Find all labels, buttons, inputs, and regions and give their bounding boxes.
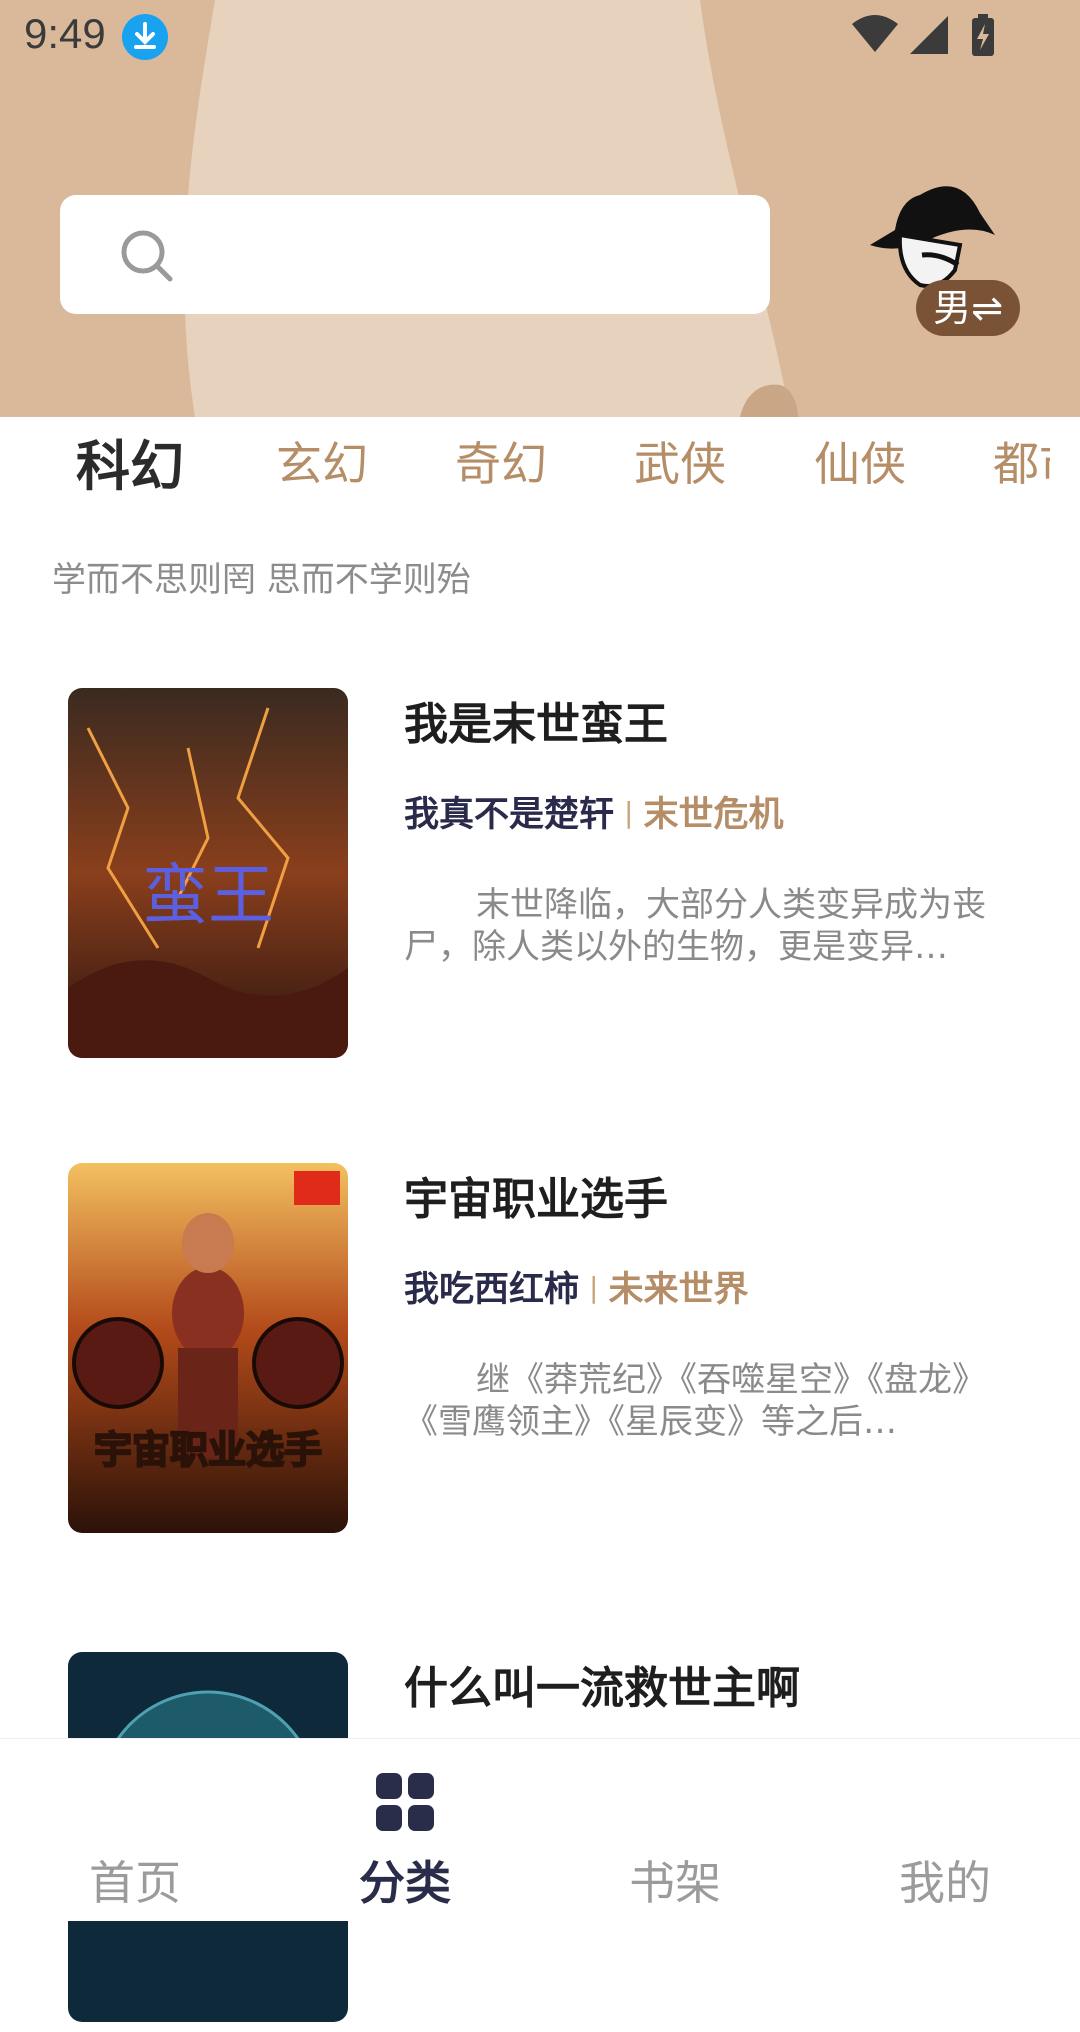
tab-scifi[interactable]: 科幻 — [76, 422, 184, 501]
status-icons — [852, 14, 994, 56]
bottom-nav: 首页 分类 书架 我的 — [0, 1738, 1080, 1921]
nav-label: 首页 — [89, 1856, 181, 1910]
header: 9:49 男⇌ — [0, 0, 1080, 417]
nav-bookshelf[interactable]: 书架 — [540, 1739, 810, 1921]
grid-icon — [376, 1773, 434, 1831]
download-icon — [122, 14, 168, 60]
motto-text: 学而不思则罔 思而不学则殆 — [52, 560, 471, 600]
category-tabs: 科幻 玄幻 奇幻 武侠 仙侠 都市 — [0, 418, 1080, 508]
book-description: 末世降临，大部分人类变异成为丧尸，除人类以外的生物，更是变异… — [404, 885, 986, 967]
nav-label: 分类 — [359, 1856, 451, 1910]
book-cover[interactable]: 蛮王 — [68, 688, 348, 1058]
book-title[interactable]: 什么叫一流救世主啊 — [404, 1652, 800, 1716]
cover-title-text: 蛮王 — [142, 857, 274, 934]
book-meta: 我吃西红柿 | 未来世界 — [404, 1261, 748, 1312]
nav-category[interactable]: 分类 — [270, 1739, 540, 1921]
search-icon — [121, 230, 173, 282]
book-genre: 未来世界 — [608, 1270, 749, 1310]
meta-separator: | — [589, 1271, 599, 1304]
book-item[interactable]: 宇宙职业选手 宇宙职业选手 我吃西红柿 | 未来世界 继《莽荒纪》《吞噬星空》《盘龙… — [0, 1163, 1080, 1543]
book-meta: 我真不是楚轩 | 末世危机 — [404, 786, 783, 837]
nav-home[interactable]: 首页 — [0, 1739, 270, 1921]
tab-wuxia[interactable]: 武侠 — [634, 428, 726, 494]
cover-title-text: 宇宙职业选手 — [94, 1428, 322, 1472]
status-bar: 9:49 — [0, 0, 1080, 72]
book-item[interactable]: 蛮王 我是末世蛮王 我真不是楚轩 | 末世危机 末世降临，大部分人类变异成为丧尸，除… — [0, 688, 1080, 1068]
gender-toggle-button[interactable]: 男⇌ — [916, 280, 1020, 336]
book-description: 继《莽荒纪》《吞噬星空》《盘龙》《雪鹰领主》《星辰变》等之后… — [404, 1360, 986, 1442]
nav-profile[interactable]: 我的 — [810, 1739, 1080, 1921]
tab-qihuan[interactable]: 奇幻 — [455, 428, 547, 494]
book-author: 我真不是楚轩 — [404, 795, 615, 835]
search-input[interactable] — [60, 195, 770, 314]
meta-separator: | — [624, 796, 634, 829]
tab-xuanhuan[interactable]: 玄幻 — [276, 428, 368, 494]
nav-label: 书架 — [629, 1856, 721, 1910]
book-author: 我吃西红柿 — [404, 1270, 580, 1310]
book-title[interactable]: 我是末世蛮王 — [404, 688, 668, 752]
book-genre: 末世危机 — [643, 795, 784, 835]
tab-dushi[interactable]: 都市 — [993, 428, 1050, 494]
tab-xianxia[interactable]: 仙侠 — [814, 428, 906, 494]
nav-label: 我的 — [899, 1856, 991, 1910]
signal-icon — [910, 16, 948, 54]
wifi-icon — [852, 15, 898, 52]
status-time: 9:49 — [24, 10, 106, 57]
book-cover[interactable]: 宇宙职业选手 — [68, 1163, 348, 1533]
battery-icon — [972, 14, 994, 56]
book-title[interactable]: 宇宙职业选手 — [404, 1163, 668, 1227]
